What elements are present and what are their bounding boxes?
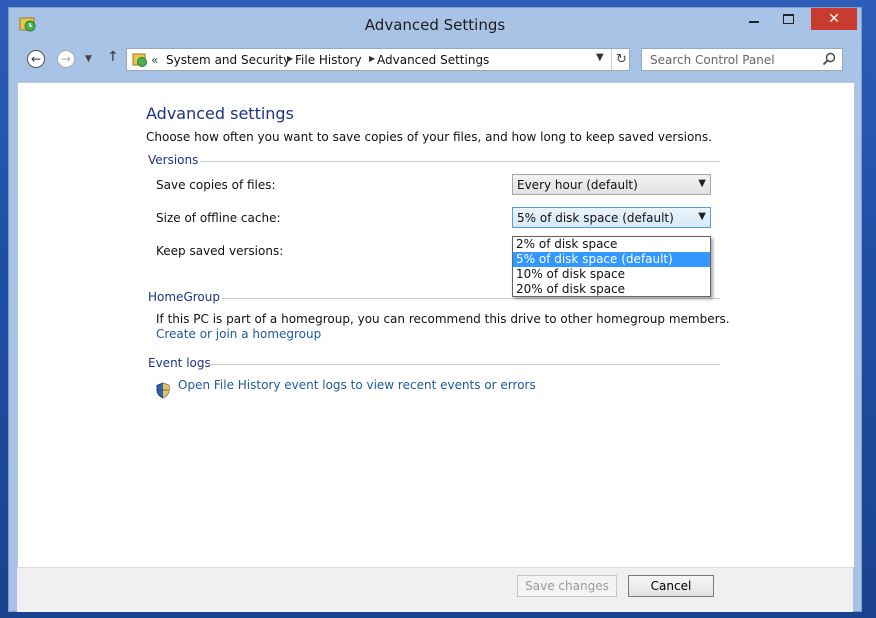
up-arrow-icon: ↑ <box>107 49 119 65</box>
chevron-down-icon: ▼ <box>698 211 706 222</box>
window-title: Advanced Settings <box>364 16 506 34</box>
event-logs-link[interactable]: Open File History event logs to view rec… <box>178 378 536 392</box>
search-input[interactable]: Search Control Panel <box>641 48 843 71</box>
save-copies-select[interactable]: Every hour (default) ▼ <box>512 174 711 195</box>
breadcrumb-file-history[interactable]: File History <box>295 53 362 67</box>
cancel-button[interactable]: Cancel <box>628 575 714 597</box>
shield-icon <box>156 382 170 399</box>
dropdown-option[interactable]: 20% of disk space <box>513 282 710 297</box>
maximize-icon <box>782 14 794 24</box>
back-button[interactable]: ← <box>27 50 45 68</box>
advanced-settings-window: Advanced Settings ✕ ← → ▼ ↑ « System and… <box>8 7 862 612</box>
back-arrow-icon: ← <box>30 52 42 66</box>
forward-button[interactable]: → <box>57 50 75 68</box>
page-title: Advanced settings <box>146 104 294 123</box>
close-icon: ✕ <box>828 11 840 27</box>
dropdown-option[interactable]: 10% of disk space <box>513 267 710 282</box>
search-placeholder: Search Control Panel <box>650 53 775 67</box>
versions-group-title: Versions <box>148 153 199 167</box>
offline-cache-label: Size of offline cache: <box>156 211 281 225</box>
dropdown-option-selected[interactable]: 5% of disk space (default) <box>513 252 710 267</box>
chevron-down-icon: ▼ <box>85 54 92 64</box>
search-icon[interactable] <box>822 52 836 66</box>
versions-divider <box>200 161 720 162</box>
breadcrumb-separator-icon[interactable]: ▶ <box>287 54 293 63</box>
homegroup-group-title: HomeGroup <box>148 290 220 304</box>
breadcrumb-advanced-settings[interactable]: Advanced Settings <box>377 53 489 67</box>
dropdown-option[interactable]: 2% of disk space <box>513 237 710 252</box>
close-button[interactable]: ✕ <box>811 8 857 30</box>
title-bar[interactable]: Advanced Settings ✕ <box>9 8 861 40</box>
address-dropdown-icon[interactable]: ▼ <box>596 52 604 63</box>
dialog-footer: Save changes Cancel <box>17 567 853 612</box>
breadcrumb-system-and-security[interactable]: System and Security <box>166 53 290 67</box>
control-panel-icon <box>132 53 147 67</box>
chevron-down-icon: ▼ <box>698 178 706 189</box>
recent-locations-button[interactable]: ▼ <box>85 54 92 64</box>
up-button[interactable]: ↑ <box>107 49 119 65</box>
event-logs-divider <box>208 364 720 365</box>
settings-content: Advanced settings Choose how often you w… <box>17 82 855 568</box>
event-logs-group-title: Event logs <box>148 356 211 370</box>
save-copies-label: Save copies of files: <box>156 178 276 192</box>
homegroup-description: If this PC is part of a homegroup, you c… <box>156 312 730 326</box>
save-copies-value: Every hour (default) <box>517 178 638 192</box>
minimize-button[interactable] <box>737 8 771 30</box>
page-description: Choose how often you want to save copies… <box>146 130 712 144</box>
breadcrumb-overflow-button[interactable]: « <box>151 53 158 67</box>
navigation-bar: ← → ▼ ↑ « System and Security ▶ File His… <box>9 40 861 80</box>
save-changes-button[interactable]: Save changes <box>517 575 617 597</box>
offline-cache-value: 5% of disk space (default) <box>517 211 674 225</box>
offline-cache-dropdown-list: 2% of disk space 5% of disk space (defau… <box>512 236 711 297</box>
keep-versions-label: Keep saved versions: <box>156 244 284 258</box>
homegroup-divider <box>222 298 720 299</box>
refresh-button[interactable]: ↻ <box>611 49 631 70</box>
offline-cache-select[interactable]: 5% of disk space (default) ▼ <box>512 207 711 228</box>
maximize-button[interactable] <box>771 8 805 30</box>
forward-arrow-icon: → <box>60 52 72 66</box>
minimize-icon <box>749 21 759 23</box>
refresh-icon: ↻ <box>616 52 627 67</box>
address-bar[interactable]: « System and Security ▶ File History ▶ A… <box>126 48 630 71</box>
breadcrumb-separator-icon[interactable]: ▶ <box>369 54 375 63</box>
create-homegroup-link[interactable]: Create or join a homegroup <box>156 327 321 341</box>
